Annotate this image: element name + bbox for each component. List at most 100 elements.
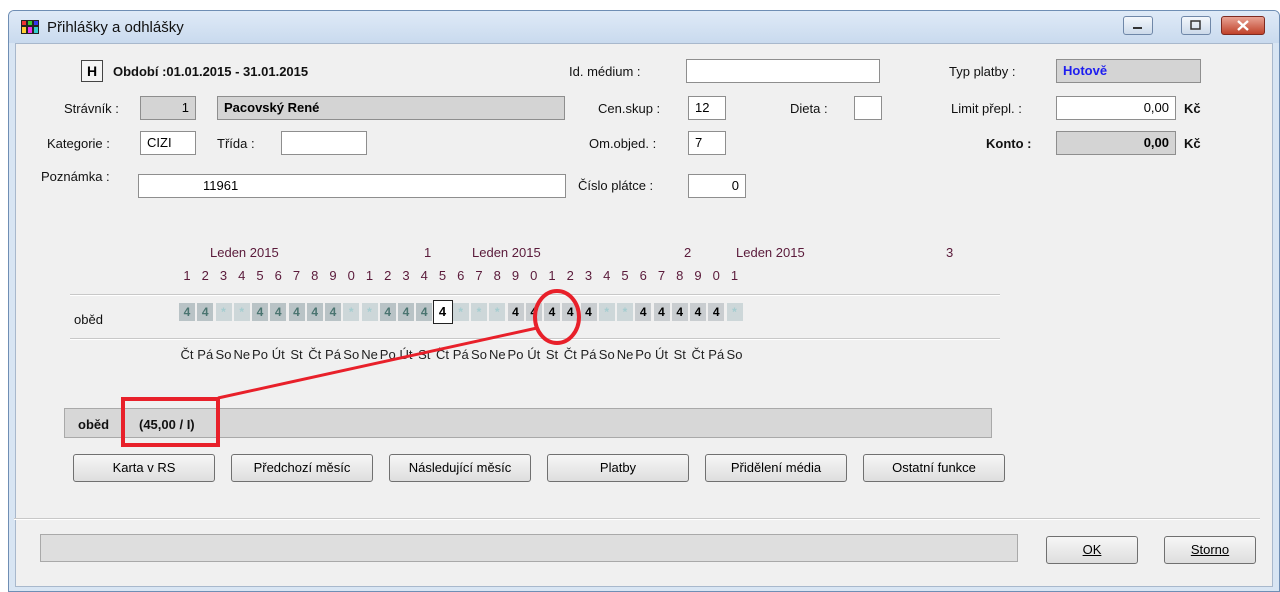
next-month-button[interactable]: Následující měsíc: [389, 454, 531, 482]
calendar-cell[interactable]: *: [452, 303, 469, 321]
detail-price-label: (45,00 / I): [139, 417, 195, 432]
trida-label: Třída :: [217, 136, 255, 151]
close-icon: [1237, 20, 1249, 31]
kategorie-field[interactable]: CIZI: [140, 131, 196, 155]
calendar-weekday: Pá: [325, 347, 341, 362]
storno-button-label: Storno: [1190, 542, 1230, 557]
calendar-day-number: 1: [548, 268, 556, 283]
limit-field[interactable]: 0,00: [1056, 96, 1176, 120]
calendar-cell[interactable]: 4: [306, 303, 323, 321]
footer-divider: [14, 518, 1260, 520]
calendar-weekday: Pá: [197, 347, 214, 362]
calendar-day-number: 6: [639, 268, 647, 283]
calendar-cell[interactable]: 4: [562, 303, 579, 321]
calendar-weekday: St: [545, 347, 559, 362]
calendar-cell[interactable]: 4: [544, 303, 560, 321]
calendar-cell[interactable]: *: [726, 303, 743, 321]
calendar-cell[interactable]: 4: [507, 303, 524, 321]
calendar-cell[interactable]: 4: [379, 303, 396, 321]
calendar-day-number: 3: [219, 268, 228, 283]
calendar-cell[interactable]: 4: [671, 303, 688, 321]
calendar-weekday: Pá: [580, 347, 597, 362]
calendar-cell[interactable]: 4: [525, 303, 542, 321]
cislo-platce-field[interactable]: 0: [688, 174, 746, 198]
calendar-cell[interactable]: 4: [179, 303, 195, 321]
calendar-weekday: Čt: [308, 347, 322, 362]
censkup-field[interactable]: 12: [688, 96, 726, 120]
konto-field[interactable]: 0,00: [1056, 131, 1176, 155]
calendar-cell[interactable]: *: [215, 303, 232, 321]
calendar-cell[interactable]: 4: [270, 303, 287, 321]
calendar-cell[interactable]: *: [489, 303, 506, 321]
decade-mark-3: 3: [946, 245, 954, 260]
minimize-icon: [1133, 27, 1142, 29]
title-bar[interactable]: Přihlášky a odhlášky: [9, 11, 1279, 43]
calendar-day-number: 6: [457, 268, 465, 283]
calendar-cell[interactable]: *: [617, 303, 633, 321]
period-label: Období :01.01.2015 - 31.01.2015: [113, 64, 309, 79]
close-button[interactable]: [1221, 16, 1265, 35]
calendar-weekday: Ne: [233, 347, 251, 362]
calendar-day-number: 8: [311, 268, 319, 283]
calendar-day-number: 0: [712, 268, 720, 283]
calendar-cell[interactable]: 4: [252, 303, 268, 321]
ostatni-funkce-button[interactable]: Ostatní funkce: [863, 454, 1005, 482]
calendar-weekday: St: [418, 347, 431, 362]
h-button[interactable]: H: [81, 60, 103, 82]
calendar-day-number: 4: [420, 268, 428, 283]
calendar-cell[interactable]: 4: [416, 303, 433, 321]
calendar-cell[interactable]: 4: [325, 303, 341, 321]
storno-button[interactable]: Storno: [1164, 536, 1256, 564]
calendar-cell[interactable]: *: [471, 303, 487, 321]
calendar-weekday: Po: [507, 347, 524, 362]
calendar-weekday: Čt: [180, 347, 194, 362]
limit-label: Limit přepl. :: [951, 101, 1022, 116]
calendar-cell[interactable]: 4: [635, 303, 652, 321]
platby-button[interactable]: Platby: [547, 454, 689, 482]
typ-platby-field[interactable]: Hotově: [1056, 59, 1201, 83]
calendar-cell[interactable]: 4: [690, 303, 706, 321]
karta-rs-button[interactable]: Karta v RS: [73, 454, 215, 482]
id-medium-field[interactable]: [686, 59, 880, 83]
ok-button[interactable]: OK: [1046, 536, 1138, 564]
prideleni-media-button[interactable]: Přidělení média: [705, 454, 847, 482]
calendar-day-number: 5: [621, 268, 629, 283]
stravnik-name-field[interactable]: Pacovský René: [217, 96, 565, 120]
month-label-3: Leden 2015: [736, 245, 805, 260]
calendar-cell[interactable]: *: [233, 303, 250, 321]
dieta-field[interactable]: [854, 96, 882, 120]
ok-button-label: OK: [1082, 542, 1102, 557]
meal-row-label: oběd: [74, 312, 103, 327]
calendar-day-number: 2: [566, 268, 574, 283]
meal-detail-panel: [64, 408, 992, 438]
dieta-label: Dieta :: [790, 101, 828, 116]
calendar-cell[interactable]: *: [598, 303, 615, 321]
calendar-cell-selected[interactable]: 4: [432, 300, 453, 324]
calendar-cell[interactable]: 4: [653, 303, 670, 321]
calendar-day-number: 8: [493, 268, 501, 283]
calendar-cell[interactable]: *: [361, 303, 378, 321]
calendar-cell[interactable]: 4: [580, 303, 597, 321]
calendar-cell[interactable]: 4: [197, 303, 214, 321]
stravnik-id-field[interactable]: 1: [140, 96, 196, 120]
calendar-day-number: 7: [475, 268, 483, 283]
calendar-cell[interactable]: 4: [398, 303, 414, 321]
calendar-day-number: 9: [329, 268, 337, 283]
trida-field[interactable]: [281, 131, 367, 155]
calendar-cell[interactable]: 4: [708, 303, 725, 321]
previous-month-button[interactable]: Předchozí měsíc: [231, 454, 373, 482]
calendar-day-number: 4: [603, 268, 611, 283]
calendar-weekday: Ne: [616, 347, 634, 362]
calendar-cell[interactable]: 4: [288, 303, 305, 321]
omobjed-field[interactable]: 7: [688, 131, 726, 155]
calendar-day-number: 6: [274, 268, 282, 283]
minimize-button[interactable]: [1123, 16, 1153, 35]
calendar-weekday: Ne: [488, 347, 506, 362]
calendar-day-number: 4: [238, 268, 246, 283]
calendar-day-number: 3: [584, 268, 593, 283]
calendar-cell[interactable]: *: [343, 303, 360, 321]
maximize-button[interactable]: [1181, 16, 1211, 35]
calendar-day-number: 5: [256, 268, 264, 283]
poznamka-field[interactable]: 11961: [138, 174, 566, 198]
kategorie-label: Kategorie :: [47, 136, 110, 151]
